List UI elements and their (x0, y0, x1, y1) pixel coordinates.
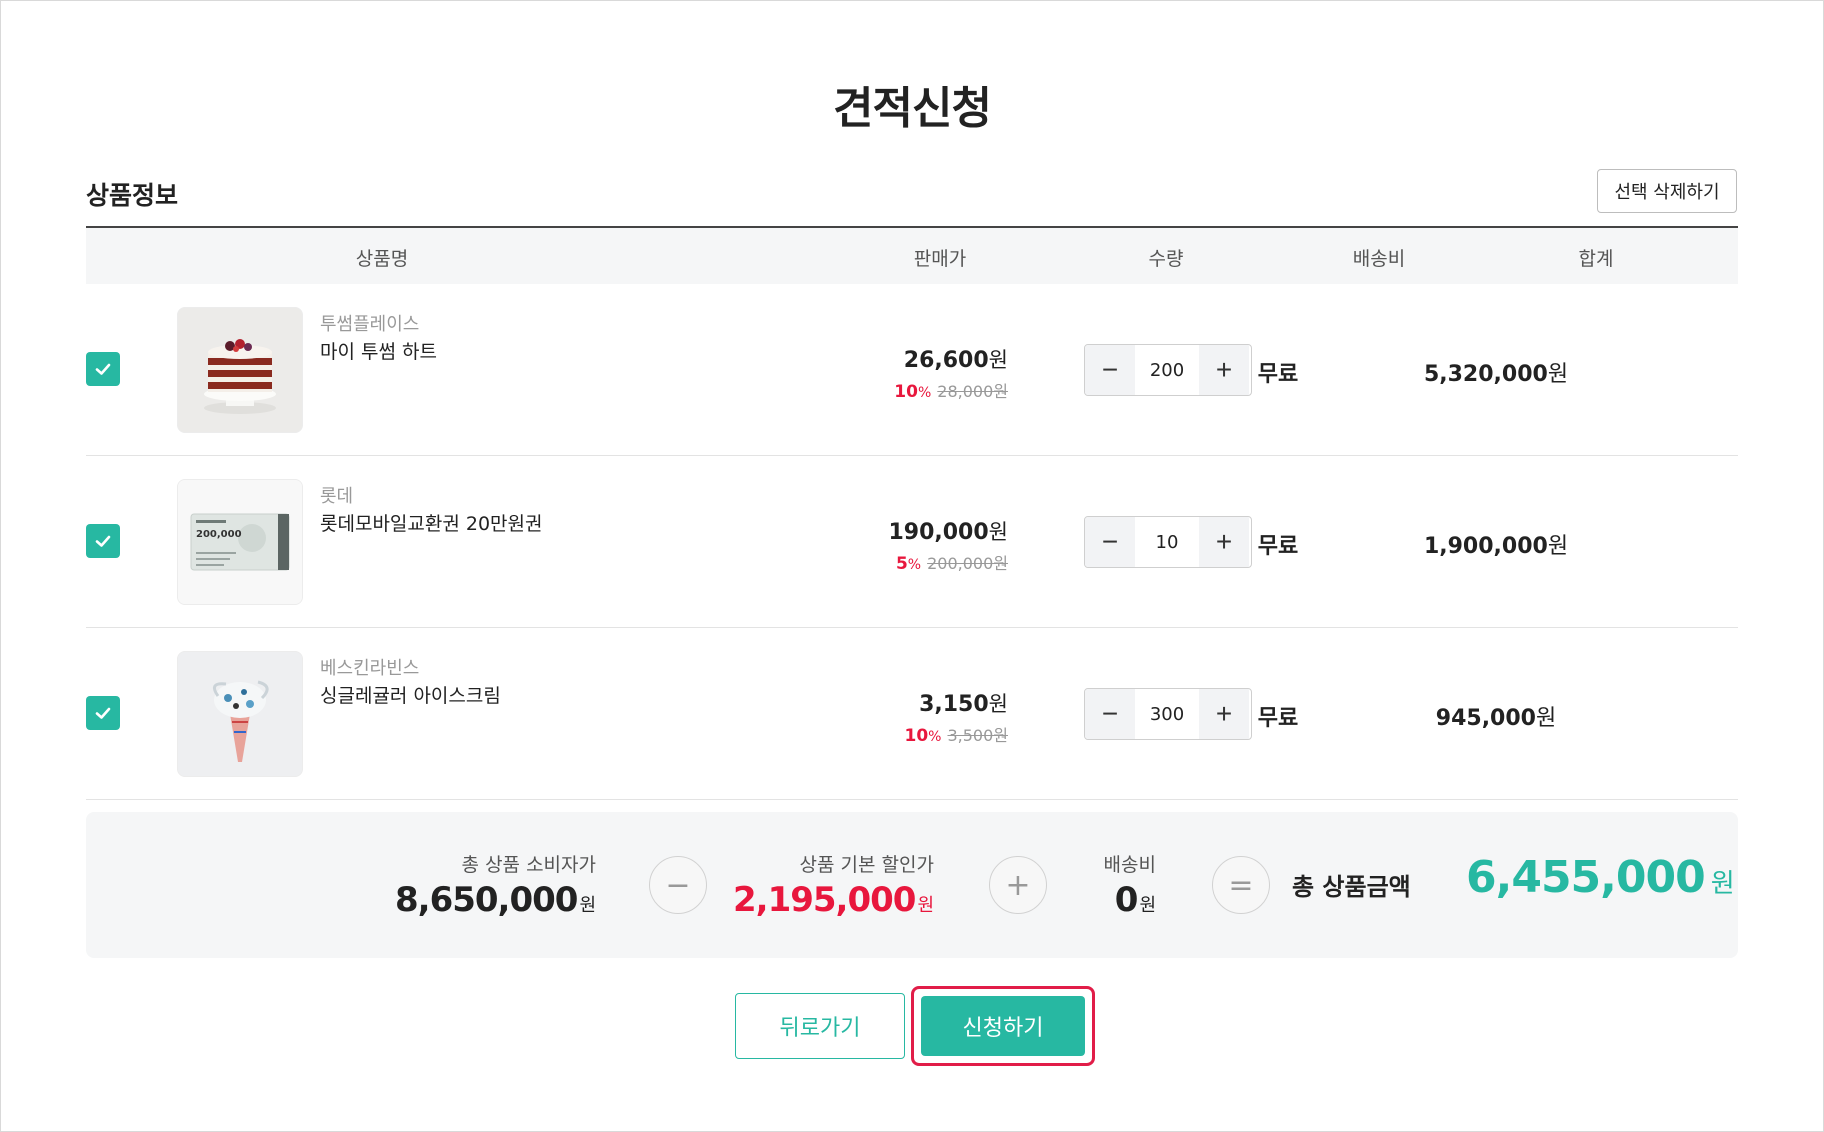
gift-card-amount: 200,000 (196, 529, 242, 540)
product-image-cake[interactable] (177, 307, 303, 433)
order-summary: 총 상품 소비자가 8,650,000 원 − 상품 기본 할인가 2,195,0… (86, 812, 1738, 958)
product-brand: 롯데 (320, 486, 354, 507)
table-row: 베스킨라빈스 싱글레귤러 아이스크림 3,150원 10%3,500원 − + … (86, 628, 1738, 800)
row-total: 5,320,000원 (1423, 362, 1569, 387)
consumer-price-label: 총 상품 소비자가 (461, 854, 596, 876)
discount-rate: 10% (894, 382, 932, 402)
total-amount-label: 총 상품금액 (1292, 873, 1411, 901)
table-header: 상품명 판매가 수량 배송비 합계 (86, 226, 1738, 284)
sale-price: 26,600 (903, 348, 989, 373)
decrease-button[interactable]: − (1085, 689, 1135, 739)
discount-rate: 5% (895, 554, 922, 574)
header-total: 합계 (1578, 248, 1614, 270)
price-unit: 원 (988, 348, 1008, 372)
shipping-total-value: 0원 (1114, 880, 1156, 920)
page-title: 견적신청 (833, 83, 992, 134)
product-name[interactable]: 롯데모바일교환권 20만원권 (320, 509, 543, 536)
product-image-gift-card[interactable]: 200,000 (177, 479, 303, 605)
header-shipping: 배송비 (1352, 248, 1406, 270)
minus-operator-icon: − (649, 856, 707, 914)
total-amount-value: 6,455,000 원 (1466, 852, 1735, 903)
section-title: 상품정보 (86, 181, 179, 210)
price-block: 3,150원 10% 3,500원 (904, 688, 1008, 746)
shipping-fee: 무료 (1257, 534, 1299, 559)
discount-rate: 10% (904, 726, 942, 746)
check-icon (95, 363, 111, 375)
discount-price-value: 2,195,000 원 (733, 880, 934, 920)
check-icon (95, 535, 111, 547)
shipping-fee: 무료 (1257, 706, 1299, 731)
row-checkbox[interactable] (86, 352, 120, 386)
minus-icon: − (1101, 354, 1119, 385)
product-brand: 베스킨라빈스 (320, 658, 420, 679)
product-name[interactable]: 싱글레귤러 아이스크림 (320, 681, 501, 708)
equals-operator-icon: = (1212, 856, 1270, 914)
product-brand: 투썸플레이스 (320, 314, 420, 335)
delete-selected-button[interactable]: 선택 삭제하기 (1597, 169, 1737, 213)
discount-price-label: 상품 기본 할인가 (799, 854, 934, 876)
original-price: 3,500원 (947, 726, 1008, 745)
consumer-price-value: 8,650,000 원 (395, 880, 596, 920)
row-total: 945,000원 (1435, 706, 1557, 731)
header-price: 판매가 (913, 248, 967, 270)
header-name: 상품명 (355, 248, 409, 270)
product-image-ice-cream[interactable] (177, 651, 303, 777)
apply-button[interactable]: 신청하기 (921, 996, 1085, 1056)
table-row: 200,000 롯데 롯데모바일교환권 20만원권 190,000원 5% 200… (86, 456, 1738, 628)
check-icon (95, 707, 111, 719)
sale-price: 190,000 (888, 520, 989, 545)
price-block: 26,600원 10% 28,000원 (894, 344, 1008, 402)
row-checkbox[interactable] (86, 696, 120, 730)
back-button[interactable]: 뒤로가기 (735, 993, 905, 1059)
sale-price: 3,150 (919, 692, 989, 717)
product-name[interactable]: 마이 투썸 하트 (320, 337, 437, 364)
row-total: 1,900,000원 (1423, 534, 1569, 559)
decrease-button[interactable]: − (1085, 517, 1135, 567)
price-block: 190,000원 5% 200,000원 (888, 516, 1008, 574)
decrease-button[interactable]: − (1085, 345, 1135, 395)
header-qty: 수량 (1148, 248, 1184, 270)
shipping-total-label: 배송비 (1103, 854, 1156, 876)
minus-icon: − (1101, 526, 1119, 557)
minus-icon: − (1101, 698, 1119, 729)
price-unit: 원 (988, 692, 1008, 716)
plus-operator-icon: + (989, 856, 1047, 914)
row-checkbox[interactable] (86, 524, 120, 558)
table-row: 투썸플레이스 마이 투썸 하트 26,600원 10%28,000원 − + 무… (86, 284, 1738, 456)
product-table: 상품명 판매가 수량 배송비 합계 투썸플레이스 마이 투썸 하트 26,600… (86, 226, 1738, 800)
price-unit: 원 (988, 520, 1008, 544)
original-price: 200,000원 (927, 554, 1008, 573)
original-price: 28,000원 (937, 382, 1008, 401)
apply-button-highlight: 신청하기 (911, 986, 1095, 1066)
shipping-fee: 무료 (1257, 362, 1299, 387)
